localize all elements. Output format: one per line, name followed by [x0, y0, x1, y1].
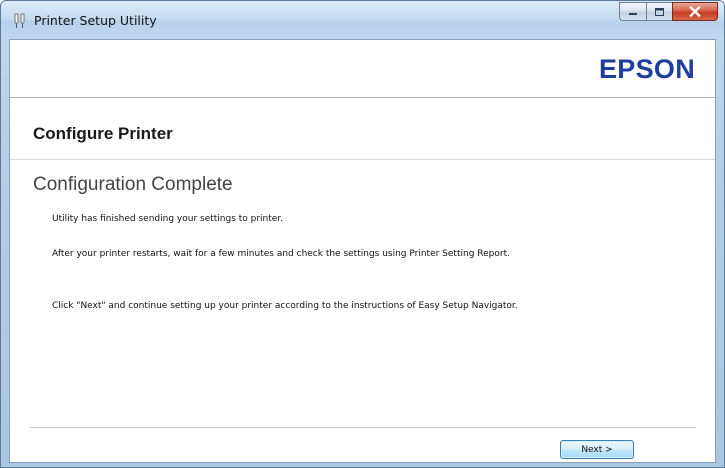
- maximize-icon: [655, 7, 664, 16]
- page-heading: Configuration Complete: [33, 174, 233, 195]
- header-divider: [10, 97, 715, 98]
- brand-header: EPSON: [10, 40, 715, 97]
- section-title: Configure Printer: [33, 124, 173, 143]
- caption-buttons: [619, 2, 718, 22]
- restart-instruction: After your printer restarts, wait for a …: [52, 249, 510, 259]
- next-instruction: Click "Next" and continue setting up you…: [52, 301, 518, 311]
- minimize-icon: [629, 12, 637, 15]
- minimize-button[interactable]: [619, 2, 646, 21]
- dialog-content: EPSON Configure Printer Configuration Co…: [9, 39, 716, 463]
- title-bar[interactable]: Printer Setup Utility: [1, 1, 724, 39]
- next-button[interactable]: Next >: [560, 440, 634, 459]
- status-message: Utility has finished sending your settin…: [52, 214, 284, 224]
- app-window: Printer Setup Utility EPSON Configure Pr…: [0, 0, 725, 468]
- epson-logo: EPSON: [598, 54, 695, 84]
- printer-utility-icon: [14, 13, 25, 28]
- close-icon: [689, 6, 701, 17]
- window-title: Printer Setup Utility: [34, 13, 157, 28]
- footer-divider: [30, 427, 696, 428]
- maximize-button[interactable]: [646, 2, 672, 21]
- section-divider: [10, 159, 715, 160]
- close-button[interactable]: [672, 2, 718, 21]
